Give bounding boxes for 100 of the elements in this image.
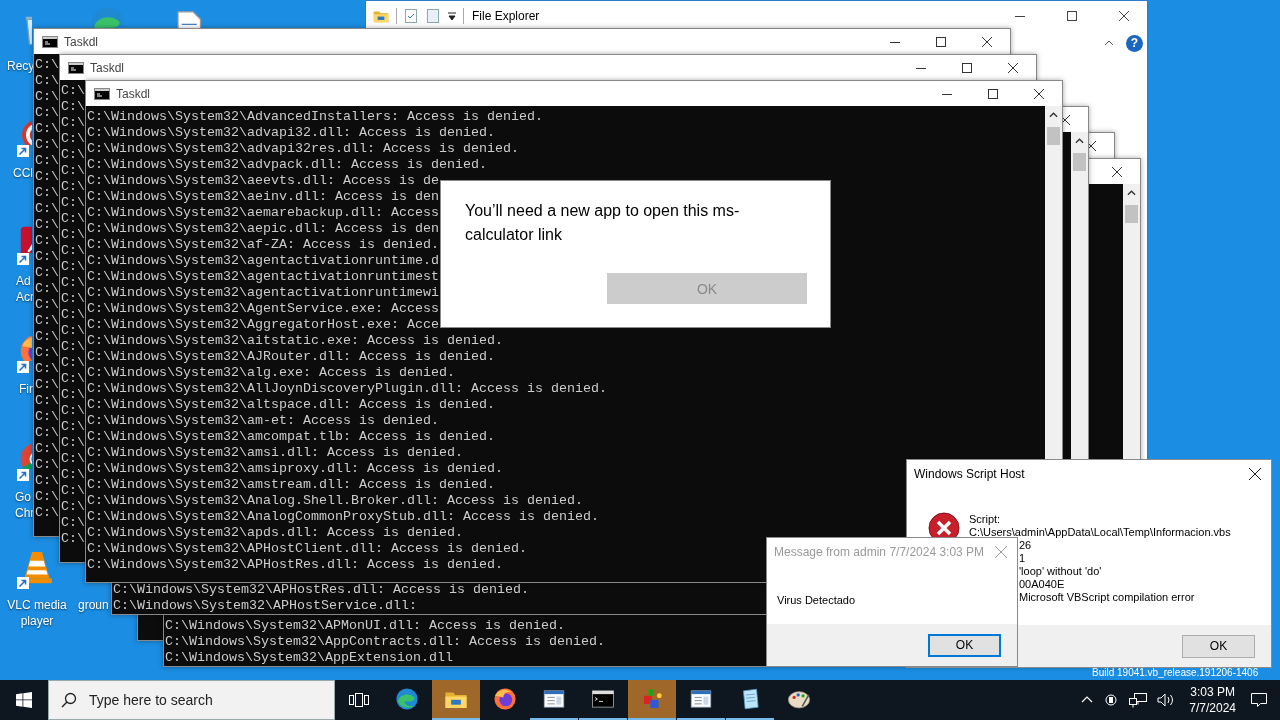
console-line: C:\ — [61, 115, 85, 131]
console-line: C:\Windows\System32\APHostClient.dll: Access is denied. — [87, 541, 527, 557]
task-view-icon[interactable] — [349, 692, 369, 708]
console-line: C:\Windows\System32\amstream.dll: Access is denied. — [87, 477, 495, 493]
close-icon[interactable] — [1086, 140, 1096, 151]
ok-button[interactable]: OK — [928, 633, 1001, 657]
console-line: C:\ — [35, 73, 59, 89]
console-line: C:\ — [61, 355, 85, 371]
search-icon — [61, 692, 77, 708]
console-line: C:\Windows\System32\aeinv.dll: Access is den — [87, 189, 439, 205]
close-icon[interactable] — [1060, 114, 1070, 125]
close-icon[interactable] — [1112, 166, 1122, 177]
help-button[interactable]: ? — [1126, 34, 1143, 52]
console-line: C:\ — [35, 297, 59, 313]
console-line: C:\ — [61, 83, 85, 99]
icon-label[interactable]: Go — [15, 489, 31, 505]
icon-label[interactable]: CCl — [13, 165, 33, 181]
console-line: C:\ — [61, 99, 85, 115]
console-line: C:\ — [35, 105, 59, 121]
icon-label[interactable]: Chr — [15, 505, 35, 521]
icon-label[interactable]: VLC media — [7, 597, 67, 613]
console-line: C:\ — [35, 153, 59, 169]
scroll-up-icon[interactable] — [1049, 111, 1058, 119]
console-line: C:\ — [61, 243, 85, 259]
windows-logo-icon[interactable] — [16, 692, 32, 708]
console-line: C:\Windows\System32\advapi32res.dll: Access is denied. — [87, 141, 519, 157]
console-line: C:\ — [35, 137, 59, 153]
console-line: C:\Windows\System32\AggregatorHost.exe: Acce — [87, 317, 439, 333]
console-line: C:\Windows\System32\agentactivationruntime.d — [87, 253, 439, 269]
console-line: C:\ — [35, 377, 59, 393]
volume-icon[interactable] — [1157, 692, 1176, 708]
maximize-icon[interactable] — [1067, 11, 1077, 21]
console-line: C:\ — [61, 483, 85, 499]
icon-label[interactable]: Recy — [7, 58, 35, 74]
console-line: C:\ — [35, 393, 59, 409]
console-line: C:\Windows\System32\aepic.dll: Access is den — [87, 221, 439, 237]
console-line: C:\ — [35, 281, 59, 297]
notification-icon[interactable] — [1250, 692, 1268, 708]
console-line: C:\Windows\System32\APMonUI.dll: Access is denied. — [165, 618, 565, 634]
window-title: File Explorer — [472, 9, 540, 23]
icon-label[interactable]: Fir — [19, 381, 33, 397]
console-line: C:\ — [35, 89, 59, 105]
console-line: C:\ — [35, 185, 59, 201]
console-line: C:\ — [61, 371, 85, 387]
clock[interactable]: 3:03 PM 7/7/2024 — [1185, 684, 1240, 716]
console-line: C:\ — [61, 387, 85, 403]
search-field[interactable]: Type here to search — [48, 680, 335, 720]
console-line: C:\ — [35, 201, 59, 217]
terminal-icon — [94, 87, 110, 100]
dialog-message: You’ll need a new app to open this ms-calculator link — [465, 201, 741, 245]
field-value: C:\Users\admin\AppData\Local\Temp\Informacion.vbs — [969, 526, 1231, 539]
maximize-icon[interactable] — [962, 62, 972, 73]
console-line: C:\ — [35, 233, 59, 249]
network-icon[interactable] — [1129, 692, 1148, 708]
console-line: C:\ — [61, 163, 85, 179]
console-line: C:\ — [61, 211, 85, 227]
icon-label[interactable]: Ad — [16, 273, 31, 289]
console-line: C:\ — [61, 323, 85, 339]
chevron-up-icon[interactable] — [1104, 38, 1114, 48]
terminal-icon — [42, 35, 58, 48]
close-icon[interactable] — [1034, 88, 1044, 99]
console-line: C:\Windows\System32\amsi.dll: Access is denied. — [87, 445, 463, 461]
field-value: 00A040E — [1018, 578, 1066, 591]
close-icon[interactable] — [982, 36, 992, 47]
window-title: Message from admin 7/7/2024 3:03 PM — [774, 545, 985, 559]
icon-label[interactable]: Acr — [16, 289, 34, 305]
icon-label[interactable]: groun — [78, 597, 109, 613]
console-line: C:\ — [35, 169, 59, 185]
scroll-thumb[interactable] — [1047, 127, 1060, 145]
properties-icon[interactable] — [403, 8, 419, 24]
scroll-up-icon[interactable] — [1075, 137, 1084, 145]
maximize-icon[interactable] — [936, 36, 946, 47]
console-line: C:\ — [61, 275, 85, 291]
close-icon[interactable] — [1008, 62, 1018, 73]
scroll-up-icon[interactable] — [1127, 189, 1136, 197]
console-line: C:\Windows\System32\AdvancedInstallers: Access is denied. — [87, 109, 543, 125]
window-title: Taskdl — [64, 34, 98, 49]
console-line: C:\Windows\System32\am-et: Access is denied. — [87, 413, 439, 429]
console-line: C:\Windows\System32\APHostRes.dll: Access is denied. — [87, 557, 503, 573]
console-line: C:\Windows\System32\aitstatic.exe: Access is denied. — [87, 333, 503, 349]
console-line: C:\Windows\System32\amcompat.tlb: Access is denied. — [87, 429, 495, 445]
console-line: C:\Windows\System32\altspace.dll: Access is denied. — [87, 397, 495, 413]
console-line: C:\ — [61, 307, 85, 323]
field-value: 'loop' without 'do' — [1018, 565, 1103, 578]
close-icon[interactable] — [1249, 468, 1261, 480]
close-icon[interactable] — [1119, 11, 1129, 21]
ok-button[interactable]: OK — [1182, 634, 1255, 658]
caret-icon[interactable] — [447, 11, 457, 21]
console-line: C:\Windows\System32\APHostRes.dll: Access is denied. — [113, 582, 529, 598]
scroll-thumb[interactable] — [1125, 205, 1138, 223]
icon-label[interactable]: player — [20, 613, 54, 629]
maximize-icon[interactable] — [988, 88, 998, 99]
scroll-thumb[interactable] — [1073, 153, 1086, 171]
console-line: C:\ — [61, 131, 85, 147]
browser-icon — [394, 686, 420, 712]
console-line: C:\Windows\System32\advapi32.dll: Access is denied. — [87, 125, 495, 141]
console-line: C:\Windows\System32\AJRouter.dll: Access is denied. — [87, 349, 495, 365]
console-line: C:\ — [61, 467, 85, 483]
camera-icon[interactable] — [1103, 692, 1120, 708]
console-line: C:\Windows\System32\amsiproxy.dll: Access is denied. — [87, 461, 503, 477]
